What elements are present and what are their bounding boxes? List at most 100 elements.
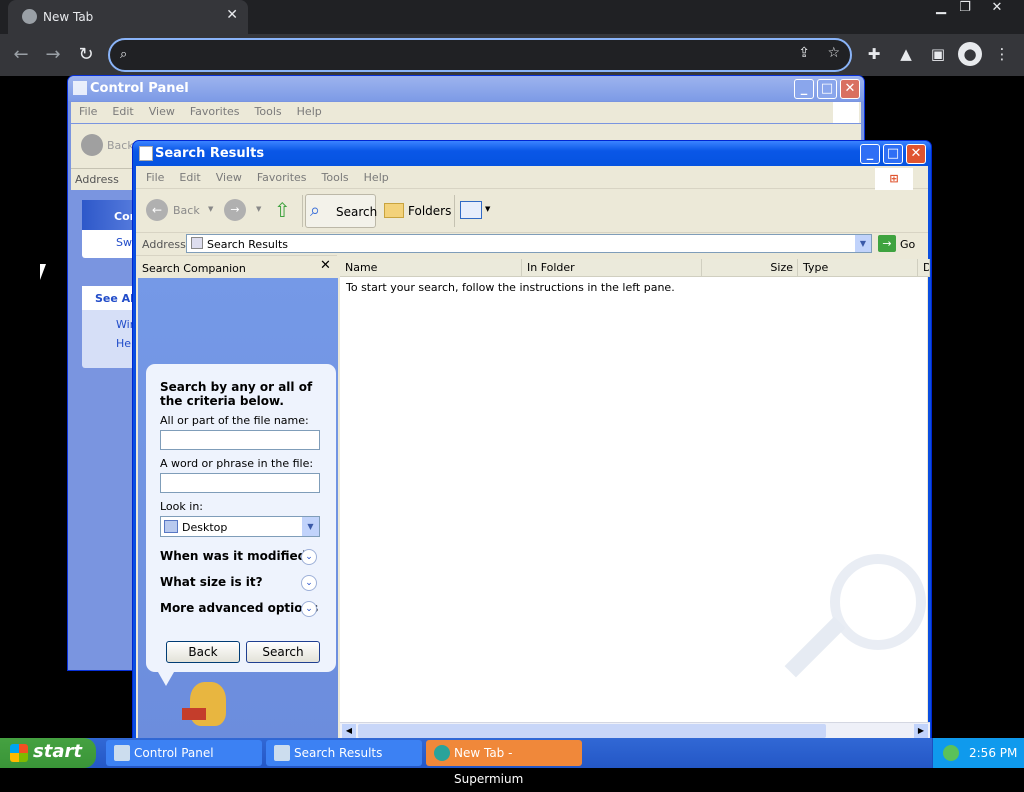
- menu-view[interactable]: View: [216, 171, 242, 184]
- address-field[interactable]: Search Results ▼: [186, 234, 872, 253]
- column-type[interactable]: Type: [798, 259, 918, 277]
- task-control-panel[interactable]: Control Panel: [106, 740, 262, 766]
- start-button[interactable]: start: [0, 738, 96, 768]
- taskbar: start Control Panel Search Results New T…: [0, 738, 1024, 786]
- back-button[interactable]: ← Back: [144, 194, 204, 228]
- search-results-small-icon: [191, 237, 203, 249]
- reload-icon[interactable]: ↻: [73, 42, 99, 68]
- go-label[interactable]: Go: [900, 238, 915, 251]
- views-icon[interactable]: [460, 201, 482, 219]
- close-tab-icon[interactable]: ✕: [226, 7, 238, 23]
- when-modified-option[interactable]: When was it modified?: [160, 549, 313, 563]
- menu-file[interactable]: File: [79, 105, 97, 118]
- close-companion-icon[interactable]: ✕: [320, 258, 331, 273]
- address-dropdown-icon[interactable]: ▼: [855, 235, 871, 252]
- back-dropdown-icon[interactable]: ▼: [208, 205, 213, 213]
- back-arrow-icon: ←: [146, 199, 168, 221]
- scroll-left-icon[interactable]: ◀: [342, 724, 356, 738]
- extensions-icon[interactable]: ✚: [862, 42, 886, 66]
- share-icon[interactable]: ⇪: [798, 45, 810, 61]
- back-arrow-icon[interactable]: ←: [8, 42, 34, 68]
- task-label: New Tab - Supermium: [454, 746, 524, 786]
- search-companion-pane: Search by any or all of the criteria bel…: [138, 278, 338, 738]
- maximize-button[interactable]: □: [883, 144, 903, 164]
- book-icon: [182, 708, 206, 720]
- forward-arrow-icon[interactable]: →: [40, 42, 66, 68]
- control-panel-icon: [73, 81, 87, 95]
- menu-favorites[interactable]: Favorites: [257, 171, 307, 184]
- control-panel-icon: [114, 745, 130, 761]
- menu-tools[interactable]: Tools: [322, 171, 349, 184]
- restore-window-icon[interactable]: ❐: [950, 0, 980, 18]
- criteria-heading: Search by any or all of the criteria bel…: [160, 380, 313, 408]
- menu-edit[interactable]: Edit: [112, 105, 133, 118]
- minimize-button[interactable]: _: [794, 79, 814, 99]
- labs-flask-icon[interactable]: ▲: [894, 42, 918, 66]
- back-label: Back: [107, 139, 134, 152]
- back-button[interactable]: Back: [166, 641, 240, 663]
- menu-kebab-icon[interactable]: ⋮: [990, 42, 1014, 66]
- menu-help[interactable]: Help: [364, 171, 389, 184]
- menu-file[interactable]: File: [146, 171, 164, 184]
- column-size[interactable]: Size: [702, 259, 798, 277]
- file-name-input[interactable]: [160, 430, 320, 450]
- look-in-select[interactable]: Desktop ▼: [160, 516, 320, 537]
- task-supermium[interactable]: New Tab - Supermium: [426, 740, 582, 786]
- advanced-options[interactable]: More advanced options: [160, 601, 318, 615]
- close-window-icon[interactable]: ✕: [982, 0, 1012, 18]
- search-results-window[interactable]: Search Results _ □ ✕ File Edit View Favorit…: [132, 140, 932, 740]
- scroll-right-icon[interactable]: ▶: [914, 724, 928, 738]
- document-icon: [139, 146, 153, 161]
- clock[interactable]: 2:56 PM: [969, 746, 1017, 760]
- menu-tools[interactable]: Tools: [255, 105, 282, 118]
- close-button[interactable]: ✕: [840, 79, 860, 99]
- menu-favorites[interactable]: Favorites: [190, 105, 240, 118]
- word-phrase-input[interactable]: [160, 473, 320, 493]
- up-folder-icon[interactable]: ⇧: [274, 199, 296, 221]
- separator: [302, 195, 303, 227]
- chevron-down-icon[interactable]: ⌄: [301, 575, 317, 591]
- menu-view[interactable]: View: [149, 105, 175, 118]
- column-date[interactable]: D: [918, 259, 930, 277]
- search-submit-button[interactable]: Search: [246, 641, 320, 663]
- address-bar[interactable]: ⌕ ⇪ ☆: [108, 38, 852, 72]
- folders-label: Folders: [408, 204, 452, 218]
- watermark-magnifier-icon: [830, 554, 926, 650]
- tray-network-icon[interactable]: [943, 745, 959, 761]
- menu-edit[interactable]: Edit: [179, 171, 200, 184]
- minimize-button[interactable]: _: [860, 144, 880, 164]
- back-icon[interactable]: [81, 134, 103, 156]
- look-in-label: Look in:: [160, 500, 203, 513]
- menu-bar: File Edit View Favorites Tools Help: [71, 102, 861, 123]
- maximize-button[interactable]: □: [817, 79, 837, 99]
- tab-new-tab[interactable]: New Tab ✕: [8, 0, 248, 34]
- tab-strip: New Tab ✕ ▁ ❐ ✕: [0, 0, 1024, 34]
- what-size-option[interactable]: What size is it?: [160, 575, 263, 589]
- scroll-thumb[interactable]: [358, 724, 826, 738]
- column-name[interactable]: Name: [340, 259, 522, 277]
- control-panel-titlebar[interactable]: Control Panel _ □ ✕: [68, 76, 864, 101]
- forward-dropdown-icon[interactable]: ▼: [256, 205, 261, 213]
- close-button[interactable]: ✕: [906, 144, 926, 164]
- task-search-results[interactable]: Search Results: [266, 740, 422, 766]
- column-in-folder[interactable]: In Folder: [522, 259, 702, 277]
- search-results-titlebar[interactable]: Search Results _ □ ✕: [133, 141, 931, 166]
- chevron-down-icon[interactable]: ⌄: [301, 601, 317, 617]
- chevron-down-icon[interactable]: ⌄: [301, 549, 317, 565]
- supermium-icon: [434, 745, 450, 761]
- search-button[interactable]: ⌕ Search: [305, 194, 377, 228]
- omnibox-input[interactable]: [142, 46, 742, 64]
- folders-button[interactable]: Folders: [382, 194, 452, 228]
- horizontal-scrollbar[interactable]: ◀ ▶: [340, 722, 930, 739]
- windows-logo-icon: ⊞: [875, 168, 913, 190]
- side-panel-icon[interactable]: ▣: [926, 42, 950, 66]
- window-title: Control Panel: [90, 81, 189, 96]
- menu-help[interactable]: Help: [297, 105, 322, 118]
- dropdown-arrow-icon[interactable]: ▼: [302, 517, 319, 536]
- views-dropdown-icon[interactable]: ▼: [485, 205, 490, 213]
- go-arrow-icon[interactable]: →: [878, 235, 896, 252]
- bookmark-star-icon[interactable]: ☆: [827, 45, 840, 61]
- forward-arrow-icon[interactable]: →: [224, 199, 246, 221]
- speech-bubble-tail: [158, 672, 174, 686]
- profile-avatar-icon[interactable]: ●: [958, 42, 982, 66]
